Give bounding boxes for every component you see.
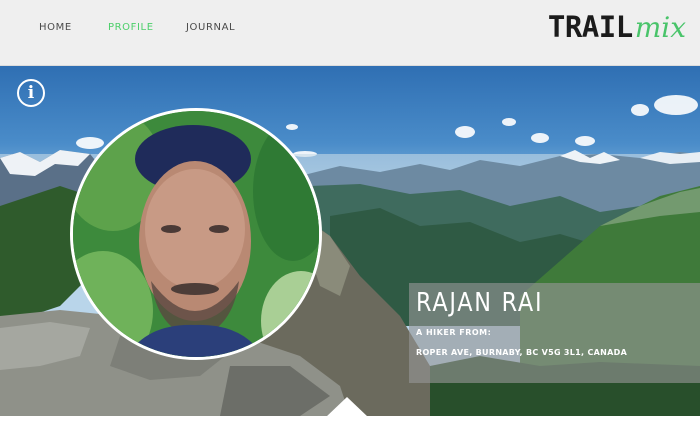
info-icon[interactable]: i — [17, 79, 45, 107]
section-pointer-arrow — [326, 397, 368, 417]
profile-hero-banner: i RAJAN RAI A HIKER FROM: ROPER AVE, BUR… — [0, 66, 700, 416]
logo-trail-text: TRAIL — [547, 10, 633, 44]
nav-profile[interactable]: PROFILE — [108, 22, 154, 33]
profile-info-card: RAJAN RAI A HIKER FROM: ROPER AVE, BURNA… — [409, 283, 700, 383]
profile-location: ROPER AVE, BURNABY, BC V5G 3L1, CANADA — [416, 348, 628, 357]
top-nav-bar: HOME PROFILE JOURNAL TRAIL mix — [0, 0, 700, 66]
profile-avatar — [70, 108, 322, 360]
nav-journal[interactable]: JOURNAL — [186, 22, 235, 33]
trailmix-logo[interactable]: TRAIL mix — [548, 10, 686, 50]
info-glyph: i — [27, 82, 35, 103]
profile-tagline: A HIKER FROM: — [416, 328, 492, 337]
content-divider — [0, 416, 700, 438]
profile-name: RAJAN RAI — [416, 288, 544, 318]
nav-home[interactable]: HOME — [39, 22, 72, 33]
logo-mix-text: mix — [634, 11, 686, 44]
avatar-photo — [73, 111, 319, 357]
